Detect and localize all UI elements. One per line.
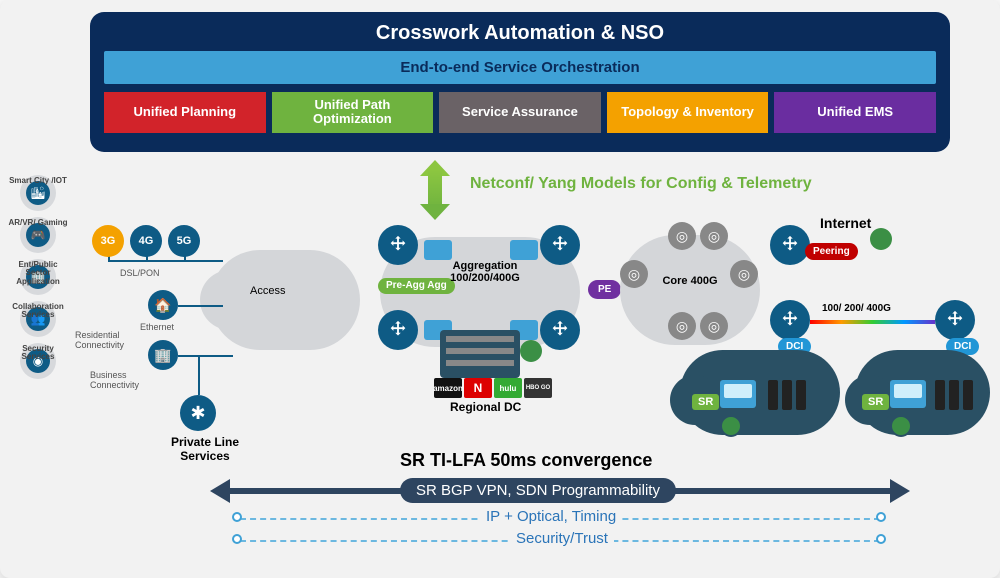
dot-icon bbox=[876, 512, 886, 522]
globe-icon bbox=[520, 340, 542, 362]
regional-dc-building bbox=[440, 330, 520, 378]
banner-title: Crosswork Automation & NSO bbox=[104, 22, 936, 45]
logo-netflix: N bbox=[464, 378, 492, 398]
router-dci-2 bbox=[935, 300, 975, 340]
rack-icon bbox=[935, 380, 945, 410]
usecase-column: 🏙Smart City /IOT 🎮AR/VR/ Gaming 🏢Ent/Pub… bbox=[6, 175, 70, 385]
optical-switch-icon bbox=[510, 240, 538, 260]
core-router-icon: ◎ bbox=[668, 222, 696, 250]
building-icon: 🏢 bbox=[148, 340, 178, 370]
label-ipoptical: IP + Optical, Timing bbox=[480, 508, 622, 525]
server-icon bbox=[890, 380, 926, 408]
label-internet: Internet bbox=[820, 215, 871, 231]
arrow-right-head-icon bbox=[890, 479, 910, 503]
label-core: Core 400G bbox=[660, 275, 720, 287]
label-ethernet: Ethernet bbox=[140, 322, 174, 332]
automation-banner: Crosswork Automation & NSO End-to-end Se… bbox=[90, 12, 950, 152]
arrow-left-head-icon bbox=[210, 479, 230, 503]
label-bgp-vpn: SR BGP VPN, SDN Programmability bbox=[400, 478, 676, 503]
logo-amazon: amazon bbox=[434, 378, 462, 398]
globe-icon bbox=[720, 415, 742, 437]
label-link-speed: 100/ 200/ 400G bbox=[822, 303, 891, 314]
connector bbox=[108, 260, 223, 262]
usecase-smartcity: 🏙Smart City /IOT bbox=[6, 175, 70, 211]
label-security-trust: Security/Trust bbox=[510, 530, 614, 547]
router-dci-1 bbox=[770, 300, 810, 340]
globe-icon bbox=[890, 415, 912, 437]
server-icon bbox=[720, 380, 756, 408]
usecase-arvr: 🎮AR/VR/ Gaming bbox=[6, 217, 70, 253]
dot-icon bbox=[232, 512, 242, 522]
core-router-icon: ◎ bbox=[700, 222, 728, 250]
tile-unified-planning: Unified Planning bbox=[104, 92, 266, 133]
label-aggregation: Aggregation 100/200/400G bbox=[440, 260, 530, 284]
label-business: Business Connectivity bbox=[90, 370, 145, 390]
label-dslpon: DSL/PON bbox=[120, 268, 160, 278]
core-router-icon: ◎ bbox=[730, 260, 758, 288]
badge-4g: 4G bbox=[130, 225, 162, 257]
label-regional-dc: Regional DC bbox=[450, 400, 521, 414]
logo-hbo: HBO GO bbox=[524, 378, 552, 398]
core-router-icon: ◎ bbox=[668, 312, 696, 340]
home-icon: 🏠 bbox=[148, 290, 178, 320]
optical-switch-icon bbox=[424, 240, 452, 260]
rack-icon bbox=[768, 380, 778, 410]
badge-3g: 3G bbox=[92, 225, 124, 257]
router-agg-3 bbox=[540, 225, 580, 265]
tile-service-assurance: Service Assurance bbox=[439, 92, 601, 133]
rainbow-link bbox=[810, 320, 935, 324]
router-agg-2 bbox=[378, 310, 418, 350]
usecase-collab: 👥Collaboration Services bbox=[6, 301, 70, 337]
e2e-orchestration-bar: End-to-end Service Orchestration bbox=[104, 51, 936, 84]
logo-hulu: hulu bbox=[494, 378, 522, 398]
netconf-label: Netconf/ Yang Models for Config & Teleme… bbox=[470, 175, 812, 193]
netconf-arrow-icon bbox=[420, 160, 450, 220]
label-convergence: SR TI-LFA 50ms convergence bbox=[400, 450, 652, 471]
connector bbox=[198, 355, 200, 395]
label-private-line: Private Line Services bbox=[160, 435, 250, 463]
usecase-security: ◉Security Services bbox=[6, 343, 70, 379]
globe-icon bbox=[870, 228, 892, 250]
streaming-logos: amazon N hulu HBO GO bbox=[434, 378, 552, 398]
tile-topology-inventory: Topology & Inventory bbox=[607, 92, 769, 133]
router-agg-4 bbox=[540, 310, 580, 350]
label-residential: Residential Connectivity bbox=[75, 330, 130, 350]
tile-unified-ems: Unified EMS bbox=[774, 92, 936, 133]
pill-pe: PE bbox=[588, 280, 621, 299]
connector bbox=[178, 355, 233, 357]
access-cloud-bulge bbox=[200, 270, 260, 330]
router-internet bbox=[770, 225, 810, 265]
pill-sr-1: SR bbox=[692, 394, 719, 410]
capability-tiles: Unified Planning Unified Path Optimizati… bbox=[104, 92, 936, 133]
badge-5g: 5G bbox=[168, 225, 200, 257]
router-agg-1 bbox=[378, 225, 418, 265]
tile-unified-path: Unified Path Optimization bbox=[272, 92, 434, 133]
core-router-icon: ◎ bbox=[620, 260, 648, 288]
dot-icon bbox=[876, 534, 886, 544]
dot-icon bbox=[232, 534, 242, 544]
pill-sr-2: SR bbox=[862, 394, 889, 410]
connector bbox=[178, 305, 223, 307]
core-router-icon: ◎ bbox=[700, 312, 728, 340]
usecase-enterprise: 🏢Ent/Public Sector Application bbox=[6, 259, 70, 295]
pill-peering: Peering bbox=[805, 243, 858, 260]
label-access: Access bbox=[250, 285, 285, 297]
private-line-icon: ✱ bbox=[180, 395, 216, 431]
diagram-canvas: Crosswork Automation & NSO End-to-end Se… bbox=[0, 0, 1000, 578]
